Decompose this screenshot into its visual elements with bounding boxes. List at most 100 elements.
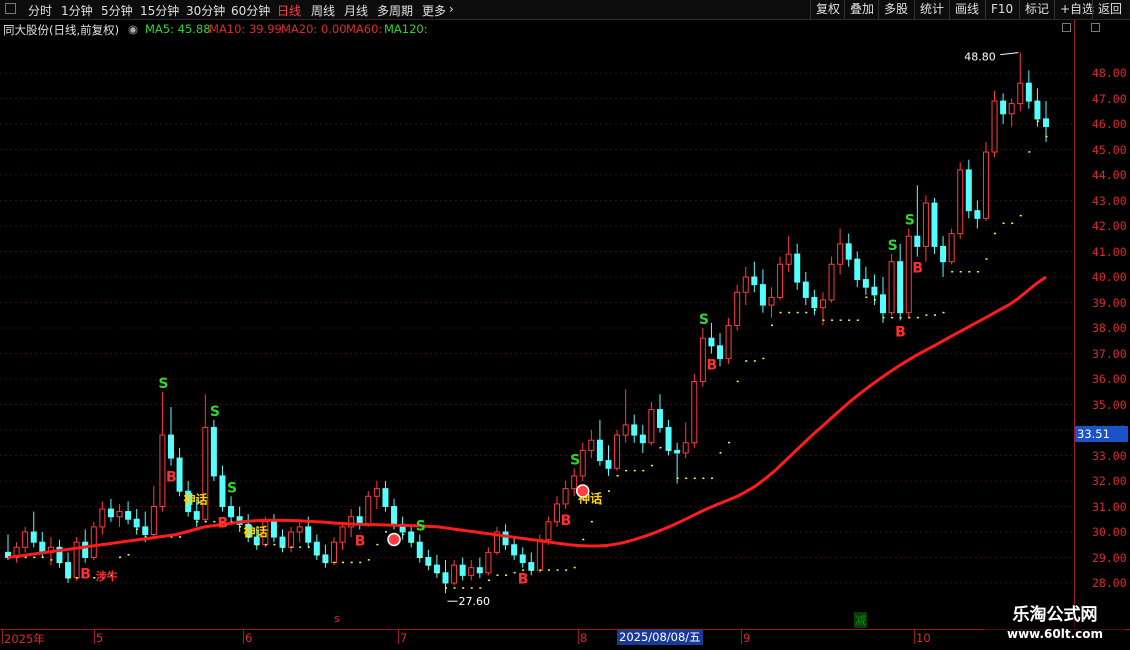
candle-body [862,279,869,288]
candle-body [279,536,286,548]
tab-weekly[interactable]: 周线 [311,2,335,19]
marker-s: s [334,612,340,625]
support-dot [539,569,542,571]
support-dot [445,587,448,589]
watermark-url: www.60lt.com [1006,627,1104,641]
multi-stock-button[interactable]: 多股 [878,0,913,19]
support-dot [196,520,199,523]
candle-body [940,245,947,263]
settings-circle-icon[interactable]: ◉ [128,22,138,36]
support-dot [487,579,490,582]
candle-body [982,151,989,219]
candle-body [313,541,320,556]
candle-body [605,460,612,469]
marker-jian: 减 [854,612,867,628]
candle-body [819,299,826,309]
candle-body [759,284,766,306]
support-dot [530,569,533,571]
tab-30min[interactable]: 30分钟 [186,2,225,19]
support-dot [959,271,962,273]
support-dot [1036,120,1039,123]
support-dot [685,477,688,480]
pane-toggle-icon[interactable] [1062,23,1071,32]
tab-60min[interactable]: 60分钟 [231,2,270,19]
tab-15min[interactable]: 15分钟 [140,2,179,19]
candle-body [1034,100,1041,120]
support-dot [813,309,816,311]
support-dot [994,232,997,235]
watermark-title: 乐淘公式网 [1012,605,1098,625]
candle-body [545,521,552,541]
support-dot [856,319,859,321]
y-tick-label: 42.00 [1092,219,1127,233]
candle-body [665,426,672,451]
support-dot [273,543,276,546]
candle-body [391,506,398,525]
support-dot [676,477,679,480]
candle-body [459,564,466,576]
fuquan-button[interactable]: 复权 [810,0,845,19]
candle-body [571,475,578,490]
axis-divider [1074,20,1075,630]
support-dot [710,477,713,480]
back-button[interactable]: 返回 [1092,0,1127,19]
support-dot [299,546,302,548]
candle-body [957,169,964,235]
low-label: 27.60 [459,595,491,608]
candle-body [682,442,689,454]
f10-button[interactable]: F10 [985,0,1018,19]
support-dot [985,258,988,260]
support-dot [1011,222,1014,225]
support-dot [951,271,954,273]
support-dot [891,316,894,319]
support-dot [976,271,979,273]
support-dot [402,533,405,536]
support-dot [67,577,70,579]
support-dot [779,311,782,314]
window-menu-icon[interactable] [5,3,16,14]
tab-monthly[interactable]: 月线 [344,2,368,19]
tab-5min[interactable]: 5分钟 [101,2,133,19]
date-tick-label: 6 [245,631,253,645]
support-dot [470,587,473,589]
candle-body [65,562,72,579]
ref-label: 涉牛 [96,569,118,583]
chevron-right-icon[interactable]: › [449,2,454,16]
candle-body [82,541,89,559]
candle-body [802,281,809,298]
draw-line-button[interactable]: 画线 [949,0,984,19]
stats-button[interactable]: 统计 [914,0,949,19]
support-dot [899,316,902,319]
support-dot [204,520,207,523]
mark-button[interactable]: 标记 [1019,0,1054,19]
candle-body [365,495,372,525]
high-arrow [1000,52,1019,56]
support-dot [307,546,310,548]
candle-body [519,554,526,564]
candle-body [777,263,784,298]
candlestick-chart[interactable]: BBBBBBBBBSSSSSSSS神话神话神话涉牛48.8027.60 [0,37,1074,629]
support-dot [376,543,379,546]
overlay-button[interactable]: 叠加 [844,0,879,19]
candle-body [631,424,638,436]
support-dot [58,561,61,564]
tab-multi-period[interactable]: 多周期 [377,2,413,19]
support-dot [513,571,516,574]
candle-body [1000,100,1007,115]
support-dot [1002,222,1005,225]
support-dot [213,520,216,523]
candle-body [536,539,543,571]
tab-fenshi[interactable]: 分时 [28,2,52,19]
date-axis: s 减 2025/08/08/五 2025年 5 6 7 8 9 10 [0,612,1074,650]
candle-body [451,564,458,584]
candle-body [228,506,235,518]
tab-daily[interactable]: 日线 [277,2,301,19]
pane-close-icon[interactable] [1091,23,1100,32]
candle-body [734,291,741,326]
tab-1min[interactable]: 1分钟 [61,2,93,19]
support-dot [256,543,259,546]
candle-body [511,544,518,556]
candle-body [1043,118,1049,128]
ma60-label: MA60: [346,22,383,36]
tab-more[interactable]: 更多 [422,2,446,19]
